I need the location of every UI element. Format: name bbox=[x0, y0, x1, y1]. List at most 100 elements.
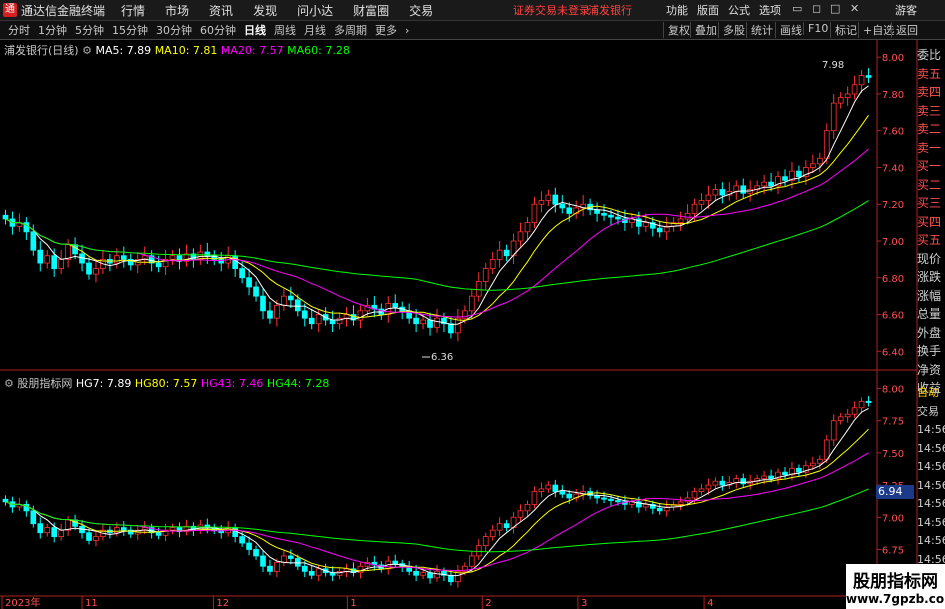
candle-body bbox=[698, 200, 705, 205]
candle-body bbox=[552, 194, 559, 205]
side-label: 外盘 bbox=[917, 325, 942, 340]
candle-body bbox=[267, 310, 273, 319]
candle-body bbox=[482, 268, 489, 282]
candle-body bbox=[315, 314, 322, 325]
side-label: 买一 bbox=[917, 159, 942, 173]
side-label: 卖五 bbox=[917, 66, 942, 81]
candle-body bbox=[823, 130, 830, 159]
candle-body bbox=[719, 189, 726, 196]
price-chart[interactable]: 8.00 7.80 7.60 7.40 7.20 7.00 6.80 6.60 6.40 8.00… bbox=[0, 0, 945, 609]
candle-body bbox=[329, 319, 336, 325]
candle-body bbox=[155, 532, 162, 536]
candle-body bbox=[294, 299, 301, 312]
candle-body bbox=[796, 170, 802, 178]
candle-body bbox=[434, 570, 440, 579]
candle-body bbox=[392, 560, 399, 565]
candle-body bbox=[566, 207, 573, 214]
side-label: 买三 bbox=[917, 196, 942, 210]
candle-body bbox=[2, 498, 9, 503]
candle-body bbox=[114, 527, 120, 534]
candle-body bbox=[566, 493, 573, 499]
candle-body bbox=[434, 317, 440, 328]
candle-body bbox=[2, 214, 9, 220]
candle-body bbox=[420, 319, 426, 325]
side-label: 涨跌 bbox=[917, 270, 942, 284]
candle-body bbox=[267, 565, 273, 572]
candle-body bbox=[169, 255, 176, 260]
x-tick-label: 4 bbox=[707, 598, 713, 609]
side-label: 净资 bbox=[917, 362, 942, 377]
candle-body bbox=[601, 497, 607, 500]
candle-body bbox=[392, 303, 399, 308]
ma60-line bbox=[5, 200, 869, 291]
candle-body bbox=[823, 439, 830, 460]
side-time: 14:56 bbox=[917, 460, 945, 473]
candle-body bbox=[865, 75, 872, 78]
candle-body bbox=[253, 286, 259, 297]
candle-body bbox=[517, 231, 524, 242]
candle-body bbox=[482, 536, 489, 547]
side-time: 14:56 bbox=[917, 515, 945, 529]
candle-body bbox=[691, 203, 698, 214]
candle-body bbox=[816, 458, 823, 464]
side-label: 委比 bbox=[917, 48, 942, 62]
y-tick-label: 7.80 bbox=[882, 90, 904, 101]
side-label[interactable]: 交易 bbox=[917, 403, 945, 422]
candle-body bbox=[475, 545, 482, 557]
candle-body bbox=[531, 491, 538, 505]
candle-body bbox=[538, 488, 545, 492]
candle-body bbox=[552, 484, 559, 492]
candle-body bbox=[308, 570, 315, 576]
side-label: 现价 bbox=[917, 251, 942, 266]
candle-body bbox=[858, 400, 865, 409]
candle-body bbox=[72, 244, 78, 255]
side-label: 换手 bbox=[917, 344, 942, 358]
candle-body bbox=[65, 244, 71, 260]
candle-body bbox=[413, 317, 419, 325]
side-panel-lower: 自动 交易 14:56 14:56 14:56 14:56 14:56 14:5… bbox=[917, 384, 945, 569]
candle-body bbox=[288, 295, 294, 301]
candle-body bbox=[169, 527, 176, 531]
side-time: 14:56 bbox=[917, 534, 945, 547]
side-label: 买五 bbox=[917, 233, 942, 247]
candle-body bbox=[489, 258, 496, 269]
candle-body bbox=[93, 536, 99, 541]
candle-body bbox=[782, 471, 788, 476]
ma10-line bbox=[5, 115, 869, 321]
candle-body bbox=[816, 157, 823, 165]
candle-body bbox=[656, 227, 663, 233]
candle-body bbox=[656, 507, 663, 512]
candle-body bbox=[336, 317, 343, 325]
x-tick-label: 2 bbox=[485, 598, 491, 609]
candle-body bbox=[246, 277, 252, 288]
candle-body bbox=[86, 532, 92, 541]
candle-body bbox=[761, 475, 767, 480]
candle-body bbox=[239, 268, 245, 279]
candle-body bbox=[642, 222, 649, 227]
sub-ma5-line bbox=[5, 408, 869, 577]
candle-body bbox=[93, 268, 99, 275]
sub-y-tick-label: 8.00 bbox=[882, 384, 904, 395]
sub-y-tick-label: 7.50 bbox=[882, 449, 904, 460]
candle-body bbox=[503, 249, 510, 257]
sub-ma20-line bbox=[5, 452, 869, 572]
candle-body bbox=[559, 203, 566, 209]
candle-body bbox=[246, 542, 252, 550]
candle-body bbox=[684, 497, 691, 503]
ma5-line bbox=[5, 85, 869, 326]
candle-body bbox=[538, 200, 545, 205]
candle-body bbox=[796, 467, 802, 473]
y-tick-label: 6.40 bbox=[882, 347, 904, 358]
candle-body bbox=[281, 555, 287, 563]
candle-body bbox=[608, 498, 614, 501]
candle-body bbox=[782, 176, 788, 181]
candle-body bbox=[120, 527, 127, 531]
side-label[interactable]: 自动 bbox=[917, 384, 945, 403]
ma20-line bbox=[5, 148, 869, 318]
candle-body bbox=[475, 281, 482, 297]
candle-body bbox=[851, 407, 858, 415]
candle-body bbox=[740, 185, 747, 194]
y-tick-label: 6.60 bbox=[882, 311, 904, 322]
candle-body bbox=[851, 84, 858, 95]
candle-body bbox=[761, 181, 767, 187]
